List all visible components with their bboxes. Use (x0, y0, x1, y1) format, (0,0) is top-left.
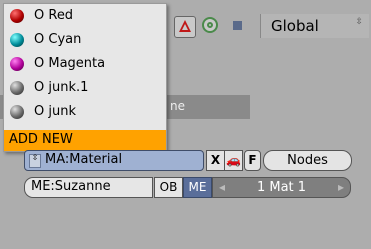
fake-user-button[interactable]: F (244, 150, 261, 171)
right-arrow-icon[interactable]: ▸ (338, 178, 344, 197)
menu-item-label: O junk.1 (34, 80, 89, 95)
material-dropdown-menu: O Red O Cyan O Magenta O junk.1 O junk A… (3, 3, 167, 152)
menu-item-label: O junk (34, 104, 76, 119)
mesh-name-field[interactable]: ME:Suzanne (24, 177, 153, 198)
left-arrow-icon[interactable]: ◂ (219, 178, 225, 197)
mesh-row: ME:Suzanne OB ME ◂ 1 Mat 1 ▸ (24, 177, 351, 198)
material-sphere-icon (10, 9, 24, 23)
panel-header-title: ne (170, 99, 185, 113)
menu-item-label: O Red (34, 8, 74, 23)
material-name-field[interactable]: ⇳ MA:Material (24, 150, 204, 171)
material-name: MA:Material (45, 152, 123, 167)
updown-arrows-icon: ⇳ (355, 17, 363, 27)
material-index-stepper[interactable]: ◂ 1 Mat 1 ▸ (212, 177, 351, 198)
material-index-value: 1 Mat 1 (256, 180, 307, 195)
updown-arrows-icon[interactable]: ⇳ (29, 154, 41, 168)
menu-item-cyan[interactable]: O Cyan (4, 30, 166, 50)
triangle-icon[interactable] (174, 16, 196, 38)
nodes-button[interactable]: Nodes (263, 150, 352, 171)
add-new-menu-item[interactable]: ADD NEW (4, 130, 166, 151)
add-new-label: ADD NEW (9, 132, 73, 147)
menu-item-junk-1[interactable]: O junk.1 (4, 78, 166, 98)
ob-button[interactable]: OB (154, 177, 183, 198)
scope-value: Global (271, 17, 319, 35)
menu-item-junk[interactable]: O junk (4, 102, 166, 122)
shading-toolbar: Global ⇳ (170, 6, 371, 42)
mesh-name: ME:Suzanne (31, 179, 111, 194)
material-sphere-icon (10, 57, 24, 71)
material-row: ⇳ MA:Material X 🚗 F Nodes (24, 150, 352, 171)
square-icon[interactable] (233, 21, 242, 30)
delete-material-button[interactable]: X (206, 150, 225, 171)
me-button[interactable]: ME (183, 177, 212, 198)
material-sphere-icon (10, 105, 24, 119)
menu-item-red[interactable]: O Red (4, 6, 166, 26)
scope-select[interactable]: Global ⇳ (260, 14, 369, 38)
menu-item-label: O Cyan (34, 32, 82, 47)
menu-item-magenta[interactable]: O Magenta (4, 54, 166, 74)
car-icon[interactable]: 🚗 (224, 150, 243, 171)
menu-item-label: O Magenta (34, 56, 106, 71)
ring-icon[interactable] (202, 17, 218, 33)
material-sphere-icon (10, 33, 24, 47)
material-sphere-icon (10, 81, 24, 95)
